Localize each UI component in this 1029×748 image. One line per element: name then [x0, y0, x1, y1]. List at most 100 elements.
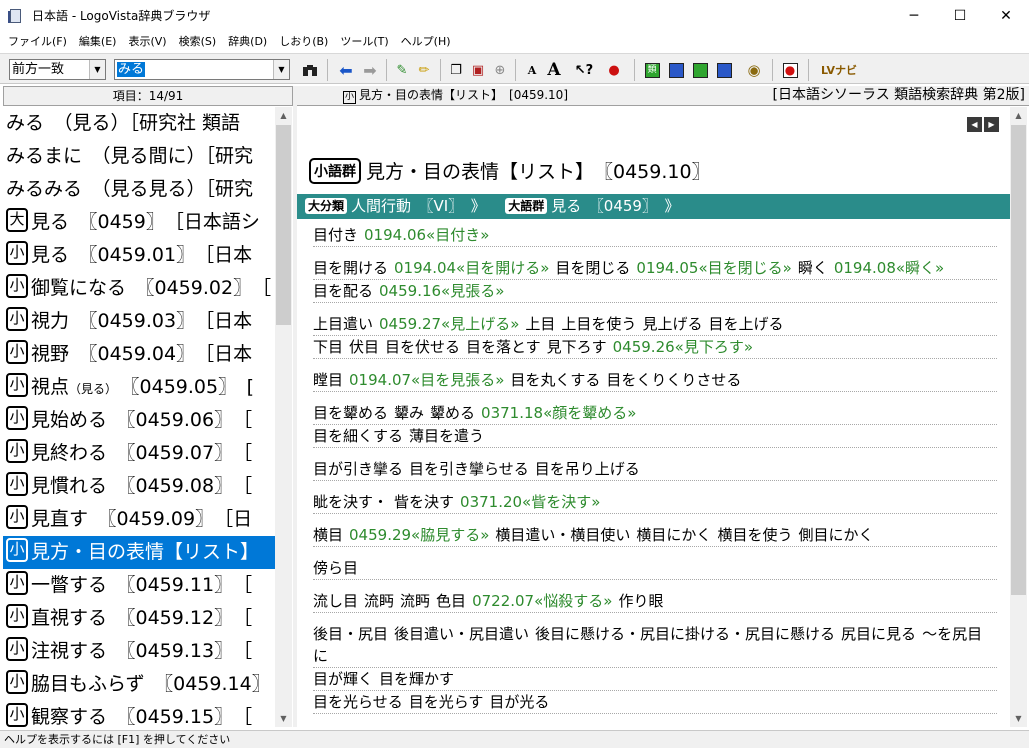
marker-icon[interactable]: ✎ — [392, 60, 412, 80]
word-item: 目をくりくりさせる — [606, 371, 742, 389]
next-entry-icon[interactable]: ▶ — [984, 117, 999, 132]
cross-reference-link[interactable]: 0194.04«目を開ける» — [394, 259, 549, 277]
thesaurus-icon[interactable]: 類 — [642, 60, 662, 80]
cross-reference-link[interactable]: 0371.20«眥を決す» — [460, 493, 600, 511]
list-item[interactable]: 小見る 〖0459.01〗 ［日本 — [3, 239, 275, 272]
cross-reference-link[interactable]: 0194.06«目付き» — [364, 226, 489, 244]
entry-nav: ◀ ▶ — [965, 116, 999, 132]
lv-navi-button[interactable]: LVナビ — [816, 60, 862, 80]
chevron-down-icon[interactable]: ▼ — [273, 60, 289, 79]
word-row: 目を配る 0459.16«見張る» — [313, 280, 997, 303]
list-item[interactable]: 小一瞥する 〖0459.11〗 ［ — [3, 569, 275, 602]
list-item[interactable]: 小脇目もふらず 〖0459.14〗 — [3, 668, 275, 701]
menu-dictionary[interactable]: 辞典(D) — [222, 33, 273, 49]
cross-reference-link[interactable]: 0722.07«悩殺する» — [472, 592, 612, 610]
left-scrollbar[interactable]: ▲ ▼ — [275, 107, 292, 727]
left-scroll-thumb[interactable] — [276, 125, 291, 325]
menu-search[interactable]: 検索(S) — [173, 33, 223, 49]
zoom-icon[interactable]: ⊕ — [490, 60, 510, 80]
word-item: 後目・尻目 — [313, 625, 389, 643]
cross-reference-link[interactable]: 0459.27«見上げる» — [379, 315, 519, 333]
breadcrumb-link-group[interactable]: 見る 〖0459〗 》 — [551, 197, 679, 215]
menu-view[interactable]: 表示(V) — [122, 33, 172, 49]
list-item[interactable]: 小見方・目の表情【リスト】 — [3, 536, 275, 569]
cross-reference-link[interactable]: 0459.16«見張る» — [379, 282, 504, 300]
pencil-icon[interactable]: ✏ — [414, 60, 434, 80]
maximize-button[interactable]: ☐ — [937, 0, 983, 31]
menu-bookmark[interactable]: しおり(B) — [273, 33, 334, 49]
grid-blue-icon[interactable] — [666, 60, 686, 80]
list-item[interactable]: 小視点（見る） 〖0459.05〗 [ — [3, 371, 275, 404]
entry-header: 小見方・目の表情【リスト】 [0459.10] [日本語シソーラス 類語検索辞典… — [297, 86, 1029, 106]
list-item[interactable]: 小直視する 〖0459.12〗 ［ — [3, 602, 275, 635]
list-item[interactable]: 小見慣れる 〖0459.08〗 ［ — [3, 470, 275, 503]
list-item[interactable]: 小観察する 〖0459.15〗 ［ — [3, 701, 275, 727]
back-arrow-icon[interactable]: ⬅ — [336, 60, 356, 80]
right-scrollbar[interactable]: ▲ ▼ — [1010, 107, 1027, 727]
grid-green-icon[interactable] — [690, 60, 710, 80]
font-larger-icon[interactable]: A — [544, 60, 564, 80]
list-item[interactable]: みるみる （見る見る）［研究 — [3, 173, 275, 206]
list-item[interactable]: 小見直す 〖0459.09〗 ［日 — [3, 503, 275, 536]
breadcrumb-link-major[interactable]: 人間行動 〖VI〗 》 — [351, 197, 486, 215]
word-item: 目を開ける — [313, 259, 389, 277]
image-icon[interactable]: ▣ — [468, 60, 488, 80]
entry-header-left: 小見方・目の表情【リスト】 [0459.10] — [343, 86, 568, 105]
close-button[interactable]: ✕ — [983, 0, 1029, 31]
binoculars-icon[interactable] — [300, 60, 320, 80]
compass-icon[interactable]: ◉ — [744, 60, 764, 80]
cross-reference-link[interactable]: 0459.29«脇見する» — [349, 526, 489, 544]
cross-reference-link[interactable]: 0371.18«顔を顰める» — [481, 404, 636, 422]
cross-reference-link[interactable]: 0194.08«瞬く» — [834, 259, 944, 277]
word-row: 目を細くする 薄目を遣う — [313, 425, 997, 448]
list-item[interactable]: 大見る 〖0459〗 ［日本語シ — [3, 206, 275, 239]
cross-reference-link[interactable]: 0459.26«見下ろす» — [613, 338, 753, 356]
word-item: 顰み — [394, 404, 425, 422]
list-item[interactable]: 小御覧になる 〖0459.02〗 ［ — [3, 272, 275, 305]
search-input[interactable]: みる ▼ — [114, 59, 290, 80]
scroll-down-icon[interactable]: ▼ — [275, 710, 292, 727]
help-pointer-icon[interactable]: ↖? — [574, 60, 594, 80]
word-item: 薄目を遣う — [409, 427, 485, 445]
scroll-down-icon[interactable]: ▼ — [1010, 710, 1027, 727]
minimize-button[interactable]: ─ — [891, 0, 937, 31]
right-scroll-thumb[interactable] — [1011, 125, 1026, 595]
chevron-down-icon[interactable]: ▼ — [89, 60, 105, 79]
word-row: 横目 0459.29«脇見する» 横目遣い・横目使い 横目にかく 横目を使う 側目にかく — [313, 514, 997, 547]
prev-entry-icon[interactable]: ◀ — [967, 117, 982, 132]
word-item: 目が光る — [489, 693, 550, 711]
word-row: 目が輝く 目を輝かす — [313, 668, 997, 691]
list-item[interactable]: みるまに （見る間に）［研究 — [3, 140, 275, 173]
cross-reference-link[interactable]: 0194.05«目を閉じる» — [636, 259, 791, 277]
copy-icon[interactable]: ❐ — [446, 60, 466, 80]
list-item[interactable]: 小見終わる 〖0459.07〗 ［ — [3, 437, 275, 470]
list-item[interactable]: みる （見る）［研究社 類語 — [3, 107, 275, 140]
word-row: 後目・尻目 後目遣い・尻目遣い 後目に懸ける・尻目に掛ける・尻目に懸ける 尻目に見る〜… — [313, 613, 997, 668]
menu-edit[interactable]: 編集(E) — [73, 33, 123, 49]
word-item: 目を上げる — [708, 315, 784, 333]
font-smaller-icon[interactable]: A — [522, 60, 542, 80]
word-item: 目付き — [313, 226, 359, 244]
category-badge: 小 — [6, 604, 28, 628]
word-row: 流し目 流眄 流眄 色目 0722.07«悩殺する» 作り眼 — [313, 580, 997, 613]
word-row: 目付き 0194.06«目付き» — [313, 224, 997, 247]
list-item[interactable]: 小視力 〖0459.03〗 ［日本 — [3, 305, 275, 338]
scroll-up-icon[interactable]: ▲ — [275, 107, 292, 124]
menu-tools[interactable]: ツール(T) — [334, 33, 394, 49]
breadcrumb-tag-major: 大分類 — [305, 198, 348, 214]
record-icon[interactable]: ● — [780, 60, 800, 80]
list-item[interactable]: 小視野 〖0459.04〗 ［日本 — [3, 338, 275, 371]
word-item: 上目遣い — [313, 315, 374, 333]
match-mode-select[interactable]: 前方一致 ▼ — [9, 59, 106, 80]
search-value: みる — [117, 62, 146, 77]
grid-mixed-icon[interactable] — [714, 60, 734, 80]
list-item[interactable]: 小注視する 〖0459.13〗 ［ — [3, 635, 275, 668]
menu-help[interactable]: ヘルプ(H) — [395, 33, 457, 49]
list-item[interactable]: 小見始める 〖0459.06〗 ［ — [3, 404, 275, 437]
menu-file[interactable]: ファイル(F) — [2, 33, 73, 49]
forward-arrow-icon[interactable]: ➡ — [360, 60, 380, 80]
category-badge: 小 — [6, 571, 28, 595]
stop-icon[interactable]: ● — [604, 60, 624, 80]
cross-reference-link[interactable]: 0194.07«目を見張る» — [349, 371, 504, 389]
scroll-up-icon[interactable]: ▲ — [1010, 107, 1027, 124]
